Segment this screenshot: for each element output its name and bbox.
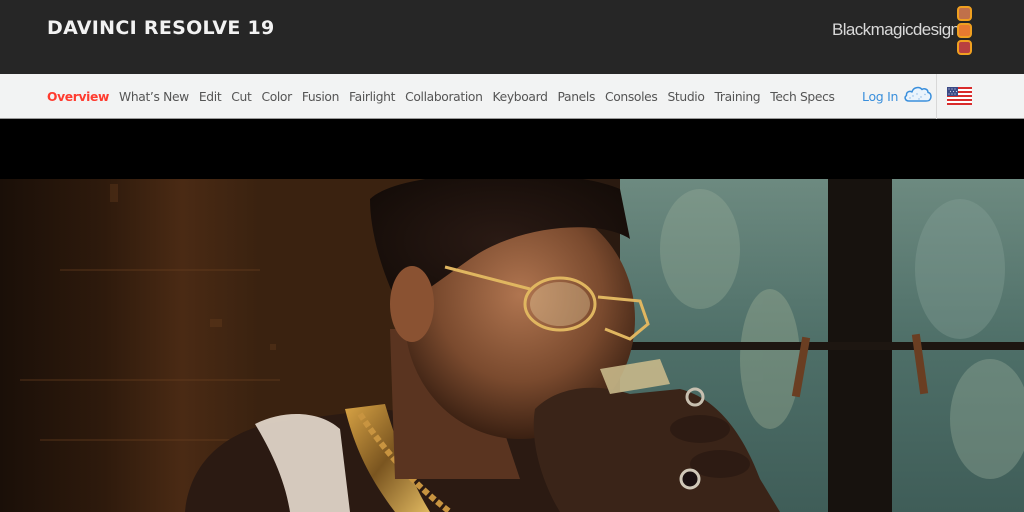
nav-divider	[936, 74, 937, 119]
nav-item-panels[interactable]: Panels	[558, 90, 596, 104]
nav-item-cut[interactable]: Cut	[231, 90, 252, 104]
us-flag-icon[interactable]	[947, 87, 972, 105]
nav-item-tech-specs[interactable]: Tech Specs	[770, 90, 835, 104]
hero-image	[0, 179, 1024, 512]
nav-items: Overview What’s New Edit Cut Color Fusio…	[47, 74, 845, 119]
main-nav: Overview What’s New Edit Cut Color Fusio…	[0, 74, 1024, 119]
brand-squares-icon	[957, 6, 973, 55]
nav-item-edit[interactable]: Edit	[199, 90, 222, 104]
blackmagic-logo[interactable]: Blackmagicdesign	[832, 6, 972, 56]
login-label: Log In	[862, 89, 899, 104]
brand-square-middle	[957, 23, 972, 38]
nav-item-keyboard[interactable]: Keyboard	[493, 90, 548, 104]
nav-item-color[interactable]: Color	[261, 90, 292, 104]
nav-item-fusion[interactable]: Fusion	[302, 90, 340, 104]
login-button[interactable]: Log In	[862, 74, 933, 119]
nav-item-overview[interactable]: Overview	[47, 90, 109, 104]
nav-item-studio[interactable]: Studio	[667, 90, 704, 104]
product-title[interactable]: DAVINCI RESOLVE 19	[47, 17, 275, 39]
hero-video[interactable]	[0, 179, 1024, 512]
nav-item-whats-new[interactable]: What’s New	[119, 90, 189, 104]
top-header: DAVINCI RESOLVE 19 Blackmagicdesign	[0, 0, 1024, 74]
nav-item-training[interactable]: Training	[715, 90, 761, 104]
nav-item-fairlight[interactable]: Fairlight	[349, 90, 395, 104]
cloud-icon	[903, 84, 933, 109]
brand-square-top	[957, 6, 972, 21]
video-letterbox	[0, 120, 1024, 179]
brand-name: Blackmagicdesign	[832, 20, 960, 39]
brand-square-bottom	[957, 40, 972, 55]
nav-item-collaboration[interactable]: Collaboration	[405, 90, 483, 104]
nav-item-consoles[interactable]: Consoles	[605, 90, 658, 104]
